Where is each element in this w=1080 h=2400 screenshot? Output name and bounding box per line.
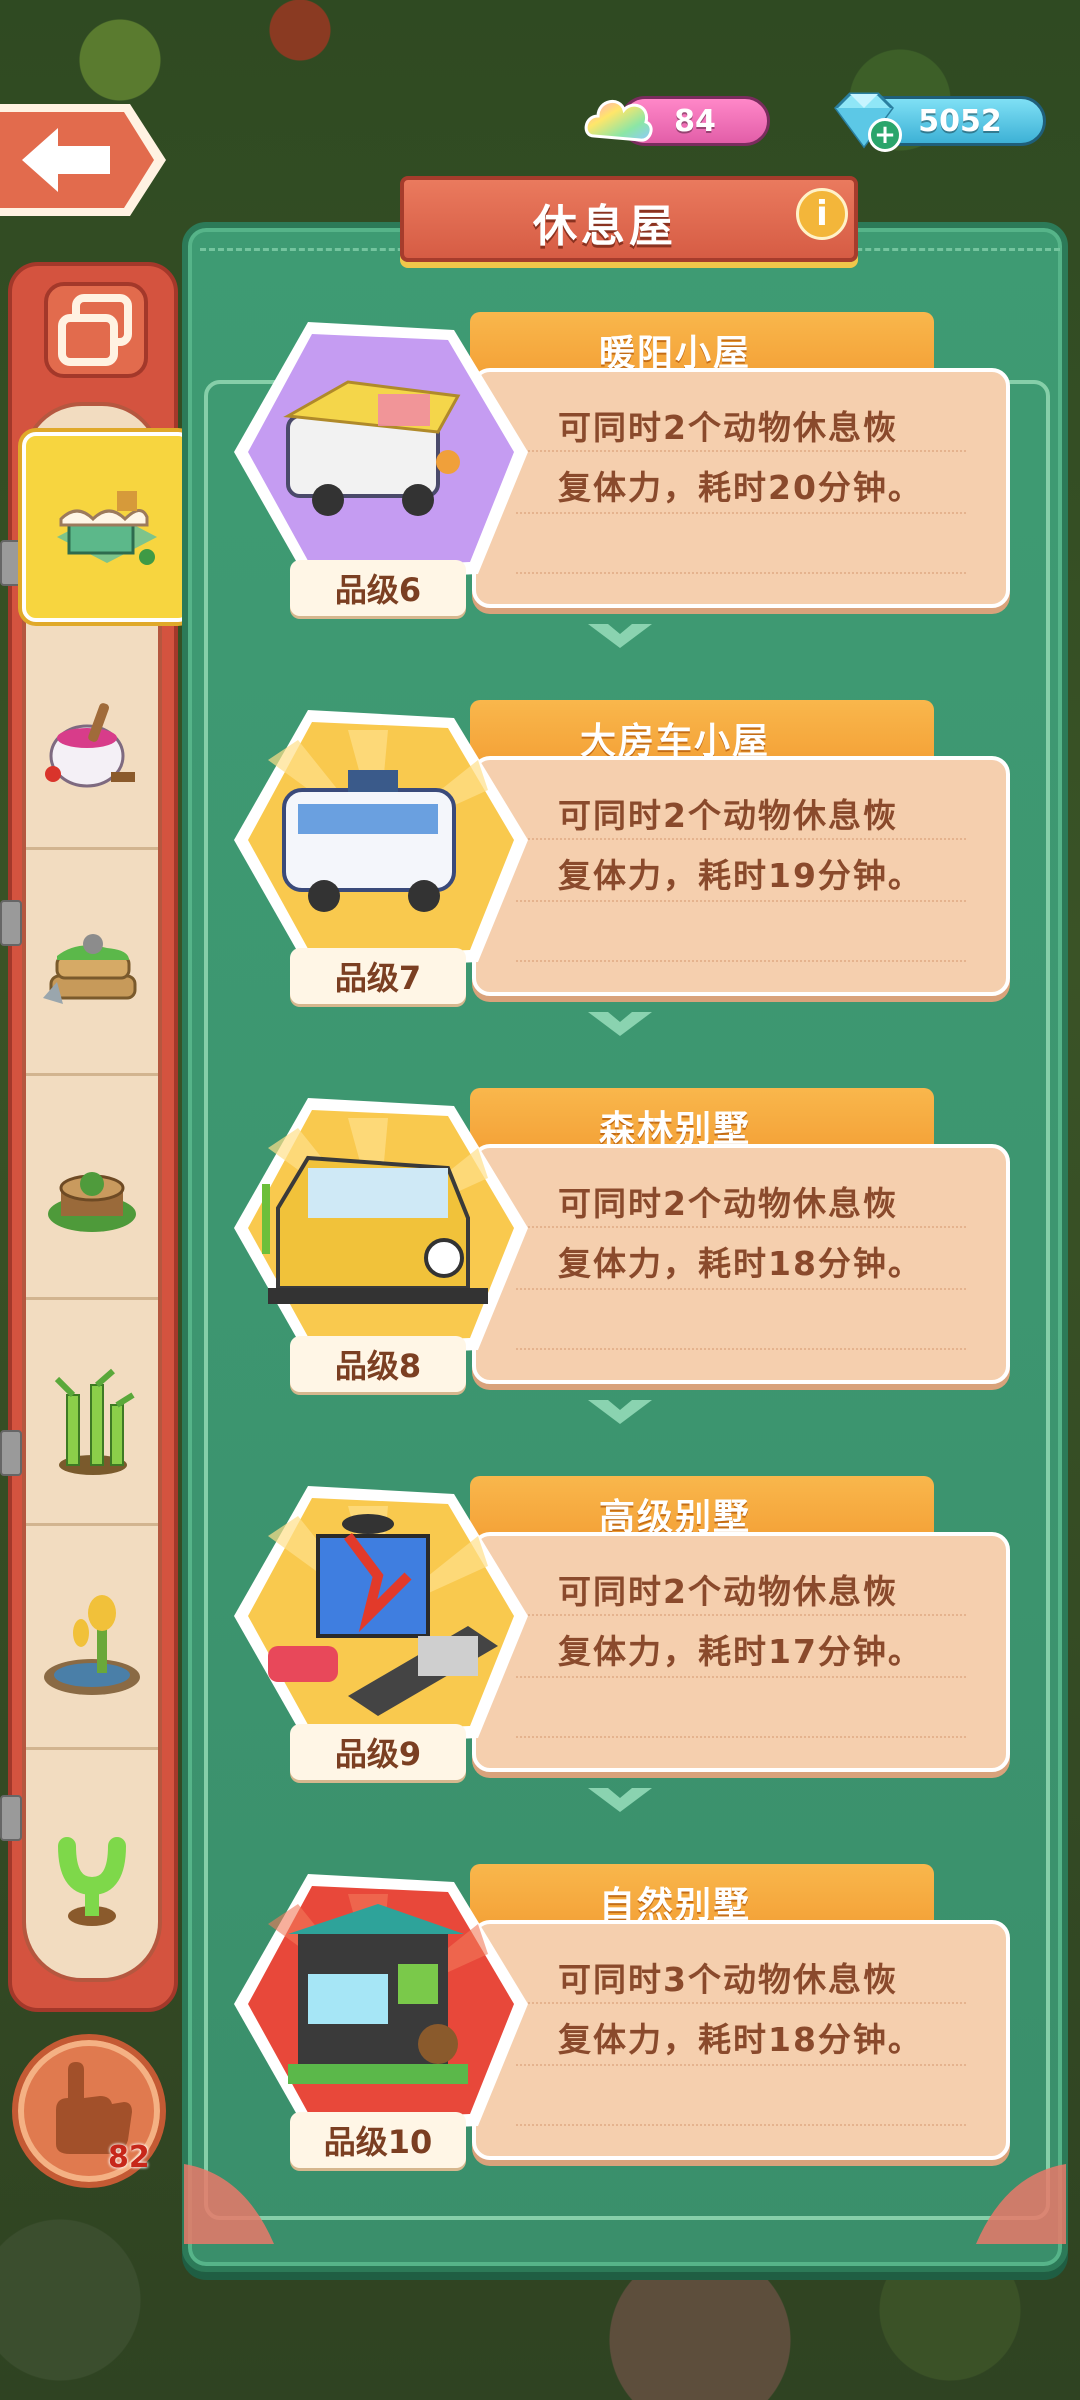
collapse-icon[interactable]: [42, 280, 150, 380]
grade-label: 品级6: [290, 560, 466, 616]
building-description: 可同时2个动物休息恢 复体力，耗时19分钟。: [558, 796, 923, 895]
grade-label: 品级9: [290, 1724, 466, 1780]
hand-count: 82: [108, 2140, 150, 2175]
sidebar-item-stump[interactable]: [26, 1100, 158, 1300]
building-card[interactable]: 大房车小屋 可同时2个动物休息恢 复体力，耗时19分钟。 品级7: [228, 700, 1010, 1040]
sidebar-clip: [0, 540, 22, 586]
building-description: 可同时2个动物休息恢 复体力，耗时20分钟。: [558, 408, 923, 507]
cooking-pot-icon: [45, 702, 135, 787]
page-title: 休息屋: [533, 201, 677, 252]
building-card[interactable]: 暖阳小屋 可同时2个动物休息恢 复体力，耗时20分钟。 品级6: [228, 312, 1010, 652]
info-icon: i: [816, 194, 828, 234]
sidebar-clip: [0, 1795, 22, 1841]
sidebar-clip: [0, 900, 22, 946]
back-button[interactable]: [0, 100, 168, 220]
add-gems-button[interactable]: +: [868, 118, 902, 152]
chevron-down-icon: [588, 1012, 652, 1036]
sidebar-item-logs[interactable]: [26, 876, 158, 1076]
grade-label: 品级8: [290, 1336, 466, 1392]
chevron-down-icon: [588, 1788, 652, 1812]
info-button[interactable]: i: [796, 188, 848, 240]
building-description: 可同时3个动物休息恢 复体力，耗时18分钟。: [558, 1960, 923, 2059]
building-card[interactable]: 高级别墅 可同时2个动物休息恢 复体力，耗时17分钟。 品级9: [228, 1476, 1010, 1816]
sidebar-clip: [0, 1430, 22, 1476]
building-description: 可同时2个动物休息恢 复体力，耗时18分钟。: [558, 1184, 923, 1283]
energy-value: 84: [674, 103, 716, 139]
sidebar-item-cactus[interactable]: [26, 1776, 158, 1976]
sidebar-item-bamboo[interactable]: [26, 1326, 158, 1526]
building-description: 可同时2个动物休息恢 复体力，耗时17分钟。: [558, 1572, 923, 1671]
log-pile-icon: [43, 933, 137, 1004]
chevron-down-icon: [588, 1400, 652, 1424]
chevron-down-icon: [588, 624, 652, 648]
pond-icon: [44, 1594, 140, 1695]
cactus-icon: [58, 1837, 126, 1926]
rainbow-cloud-icon: [584, 100, 653, 142]
sidebar-item-cooking[interactable]: [26, 650, 158, 850]
grade-label: 品级10: [290, 2112, 466, 2168]
sidebar-item-rest-house[interactable]: [22, 432, 192, 622]
sidebar-item-pond[interactable]: [26, 1550, 158, 1750]
building-card[interactable]: 森林别墅 可同时2个动物休息恢 复体力，耗时18分钟。 品级8: [228, 1088, 1010, 1428]
grade-label: 品级7: [290, 948, 466, 1004]
building-card[interactable]: 自然别墅 可同时3个动物休息恢 复体力，耗时18分钟。 品级10: [228, 1864, 1010, 2204]
gem-value: 5052: [918, 103, 1002, 139]
stump-icon: [48, 1171, 136, 1232]
plus-icon: +: [874, 120, 896, 150]
bamboo-icon: [54, 1368, 135, 1475]
rest-house-icon: [57, 491, 157, 565]
